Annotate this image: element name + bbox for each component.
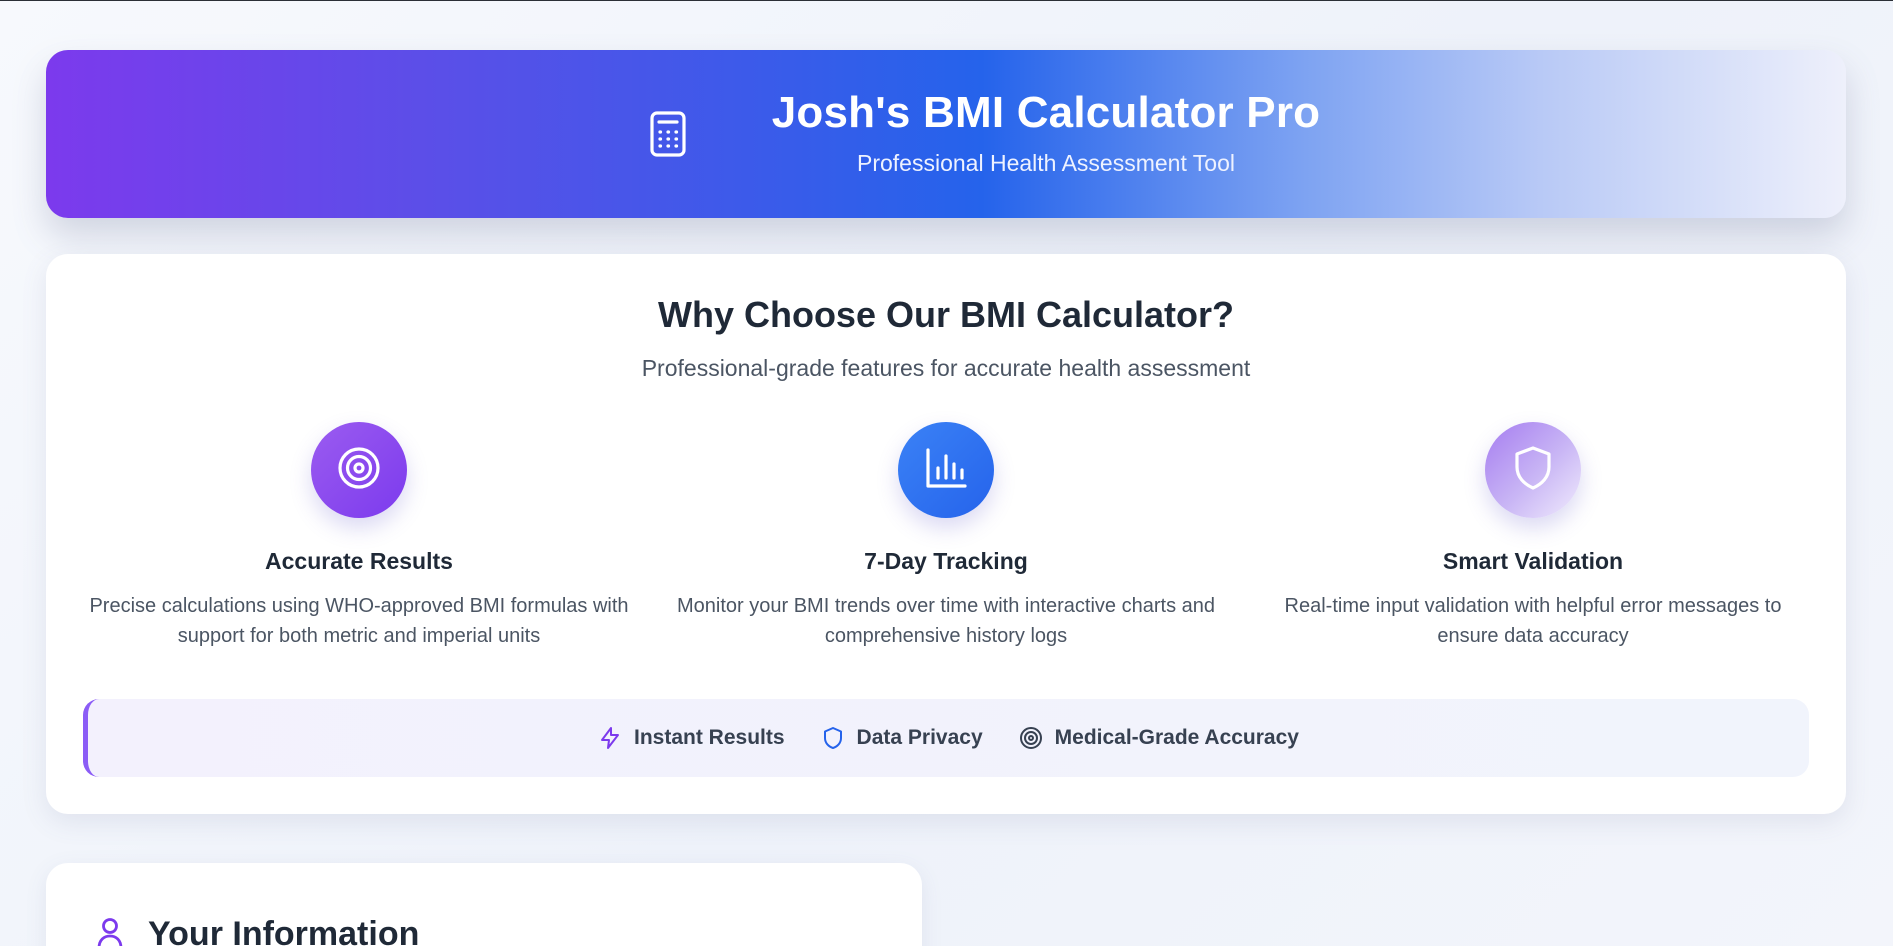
feature-smart-validation: Smart Validation Real-time input validat… (1263, 422, 1803, 651)
feature-title: Accurate Results (265, 548, 453, 574)
badge-medical-grade-accuracy: Medical-Grade Accuracy (1019, 726, 1299, 750)
lightning-icon (598, 726, 622, 750)
target-icon (1019, 726, 1043, 750)
app-subtitle: Professional Health Assessment Tool (857, 150, 1235, 176)
badge-instant-results: Instant Results (598, 726, 785, 750)
features-card: Why Choose Our BMI Calculator? Professio… (46, 254, 1846, 814)
feature-icon-circle (898, 422, 994, 518)
shield-icon (1512, 445, 1554, 496)
badge-data-privacy: Data Privacy (821, 726, 983, 750)
feature-7-day-tracking: 7-Day Tracking Monitor your BMI trends o… (676, 422, 1216, 651)
feature-accurate-results: Accurate Results Precise calculations us… (89, 422, 629, 651)
calculator-icon (646, 110, 690, 158)
feature-icon-circle (311, 422, 407, 518)
app-header: Josh's BMI Calculator Pro Professional H… (46, 50, 1846, 218)
features-subtitle: Professional-grade features for accurate… (641, 355, 1251, 381)
feature-description: Real-time input validation with helpful … (1284, 595, 1782, 647)
target-icon (336, 445, 382, 496)
feature-description: Monitor your BMI trends over time with i… (677, 595, 1215, 647)
badge-label: Medical-Grade Accuracy (1054, 726, 1299, 749)
feature-description: Precise calculations using WHO-approved … (89, 595, 629, 647)
bar-chart-icon (924, 446, 968, 495)
your-information-title: Your Information (148, 915, 420, 946)
your-information-card: Your Information (46, 863, 922, 946)
feature-title: Smart Validation (1442, 548, 1624, 574)
user-icon (96, 917, 124, 946)
shield-icon (821, 726, 845, 750)
feature-icon-circle (1485, 422, 1581, 518)
badge-label: Data Privacy (856, 726, 983, 749)
trust-badges: Instant Results Data Privacy Medical-Gra… (83, 699, 1809, 777)
feature-title: 7-Day Tracking (864, 548, 1028, 574)
badge-label: Instant Results (634, 726, 785, 749)
app-title: Josh's BMI Calculator Pro (771, 88, 1321, 137)
features-title: Why Choose Our BMI Calculator? (657, 294, 1235, 335)
